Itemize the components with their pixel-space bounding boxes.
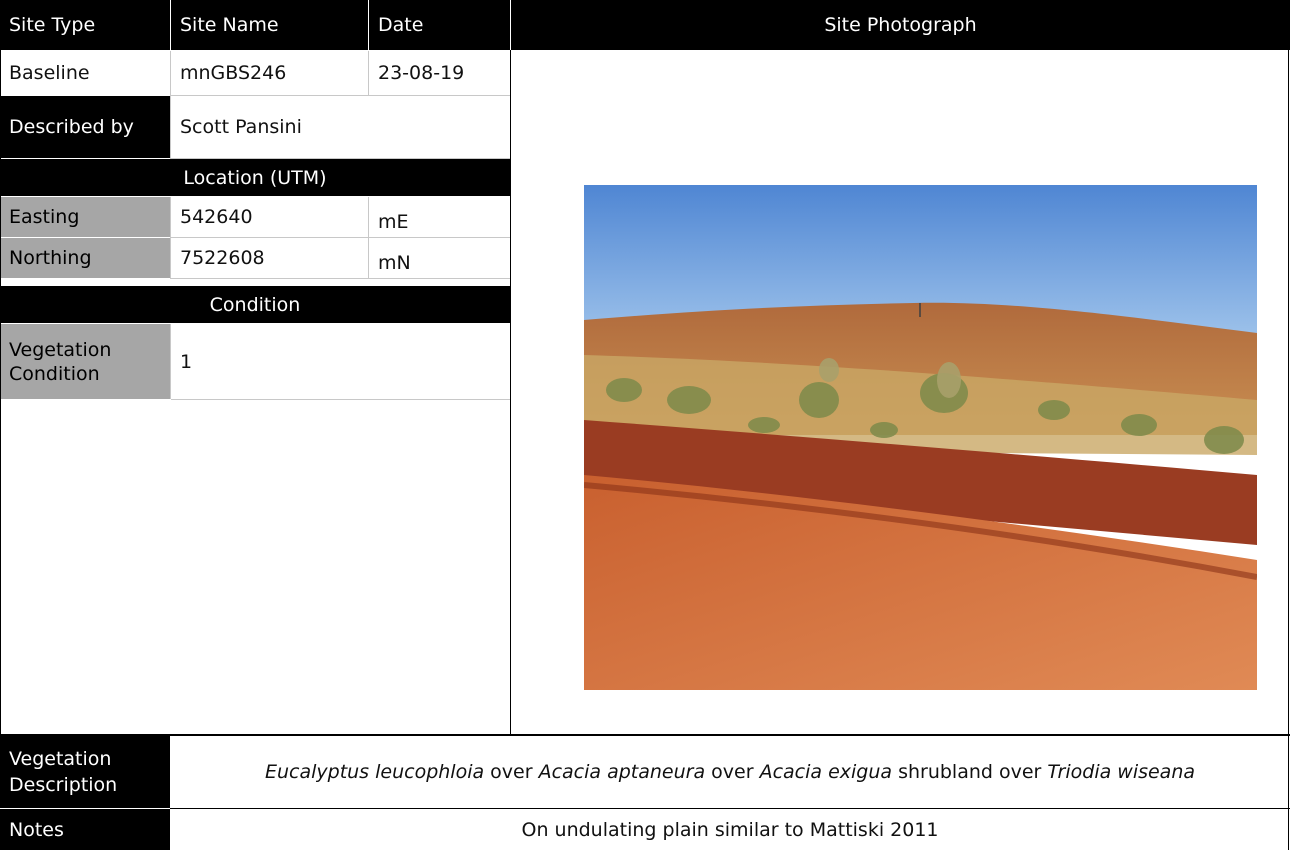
site-photograph [584,185,1257,690]
northing-label: Northing [0,238,170,278]
header-site-name: Site Name [171,0,368,50]
vegetation-description-text: Eucalyptus leucophloia over Acacia aptan… [265,759,1195,785]
header-date: Date [369,0,510,50]
northing-value: 7522608 [180,247,265,269]
easting-unit: mE [378,211,409,233]
species-name: Acacia exigua [759,761,893,783]
header-site-type: Site Type [0,0,170,50]
species-name: Triodia wiseana [1047,761,1196,783]
species-name: Eucalyptus leucophloia [264,761,485,783]
easting-label: Easting [0,197,170,237]
description-connector: over [705,761,760,783]
vegetation-description-value: Eucalyptus leucophloia over Acacia aptan… [170,736,1290,808]
location-heading: Location (UTM) [0,159,510,196]
date-value: 23-08-19 [378,62,465,84]
vegetation-description-label: Vegetation Description [0,736,170,808]
site-name-value: mnGBS246 [180,62,287,84]
described-by-value: Scott Pansini [180,116,302,138]
site-type-value: Baseline [9,62,90,84]
species-name: Acacia aptaneura [538,761,706,783]
header-site-photograph: Site Photograph [511,0,1290,50]
notes-label: Notes [0,809,170,850]
notes-value: On undulating plain similar to Mattiski … [521,818,939,841]
easting-value: 542640 [180,206,253,228]
description-connector: shrubland over [892,761,1048,783]
vegetation-condition-label: Vegetation Condition [0,324,170,399]
northing-unit: mN [378,252,411,274]
condition-heading: Condition [0,286,510,323]
vegetation-condition-value: 1 [180,350,193,373]
description-connector: over [484,761,539,783]
described-by-label: Described by [0,96,170,158]
